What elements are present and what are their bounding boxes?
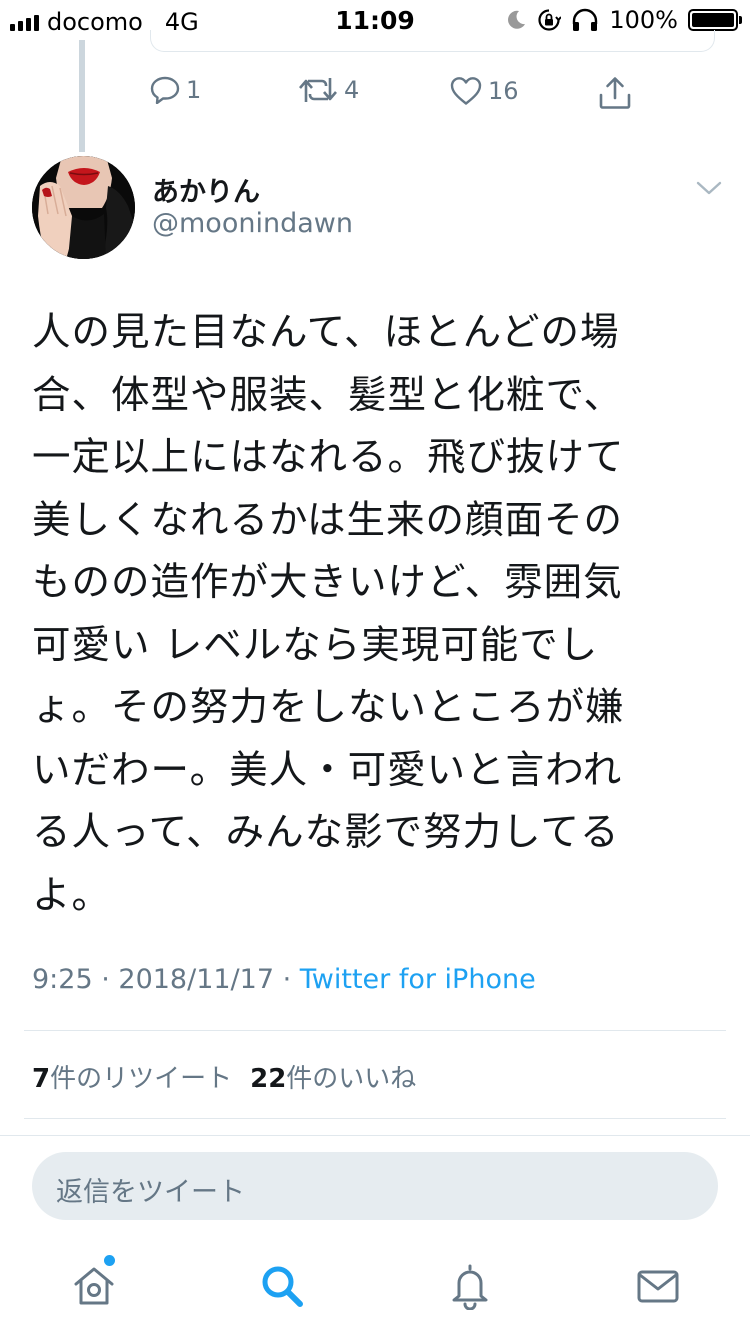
share-icon xyxy=(599,77,631,109)
reply-count: 1 xyxy=(186,76,202,104)
heart-icon xyxy=(450,77,482,105)
like-action[interactable]: 16 xyxy=(450,76,519,106)
avatar[interactable] xyxy=(32,156,135,259)
battery-icon xyxy=(688,9,742,31)
tweet-stats: 7件のリツイート 22件のいいね xyxy=(32,1058,416,1095)
home-icon[interactable] xyxy=(70,1262,118,1310)
share-action[interactable] xyxy=(598,76,632,110)
search-icon[interactable] xyxy=(258,1262,306,1310)
user-handle[interactable]: @moonindawn xyxy=(152,208,353,239)
tweet-source-link[interactable]: Twitter for iPhone xyxy=(300,964,536,995)
likes-label: 件のいいね xyxy=(286,1064,417,1094)
previous-tweet-actions: 1 4 16 xyxy=(150,76,640,116)
moon-icon xyxy=(508,10,526,29)
messages-icon[interactable] xyxy=(634,1262,682,1310)
retweet-count: 4 xyxy=(344,76,360,104)
display-name[interactable]: あかりん xyxy=(152,170,260,209)
thread-line xyxy=(79,40,85,152)
tweet-text: 人の見た目なんて、ほとんどの場 合、体型や服装、髪型と化粧で、 一定以上にはなれ… xyxy=(32,310,625,918)
tweet-date: 2018/11/17 xyxy=(118,964,275,995)
previous-tweet-card-edge xyxy=(150,30,715,52)
avatar-image xyxy=(32,156,135,259)
retweets-label: 件のリツイート xyxy=(50,1064,233,1094)
reply-placeholder: 返信をツイート xyxy=(56,1177,245,1208)
reply-action[interactable]: 1 xyxy=(150,76,201,104)
meta-separator: · xyxy=(274,964,300,995)
divider xyxy=(24,1118,726,1119)
retweet-icon xyxy=(299,78,337,102)
notifications-icon[interactable] xyxy=(446,1262,494,1310)
divider xyxy=(24,1030,726,1031)
new-content-dot xyxy=(104,1255,115,1266)
reply-icon xyxy=(150,76,180,104)
tweet-time: 9:25 xyxy=(32,964,93,995)
divider xyxy=(0,1135,750,1136)
headphones-icon xyxy=(573,8,598,31)
like-count: 16 xyxy=(488,77,519,105)
meta-separator: · xyxy=(92,964,119,995)
retweets-number: 7 xyxy=(32,1064,51,1094)
likes-stat[interactable]: 22件のいいね xyxy=(250,1058,416,1095)
orientation-lock-icon xyxy=(538,9,562,31)
reply-input[interactable]: 返信をツイート xyxy=(32,1152,718,1220)
chevron-down-icon[interactable] xyxy=(694,178,724,198)
retweet-action[interactable]: 4 xyxy=(298,76,359,104)
likes-number: 22 xyxy=(250,1064,287,1094)
tweet-meta: 9:25 · 2018/11/17 · Twitter for iPhone xyxy=(32,964,536,995)
retweets-stat[interactable]: 7件のリツイート xyxy=(32,1058,232,1095)
